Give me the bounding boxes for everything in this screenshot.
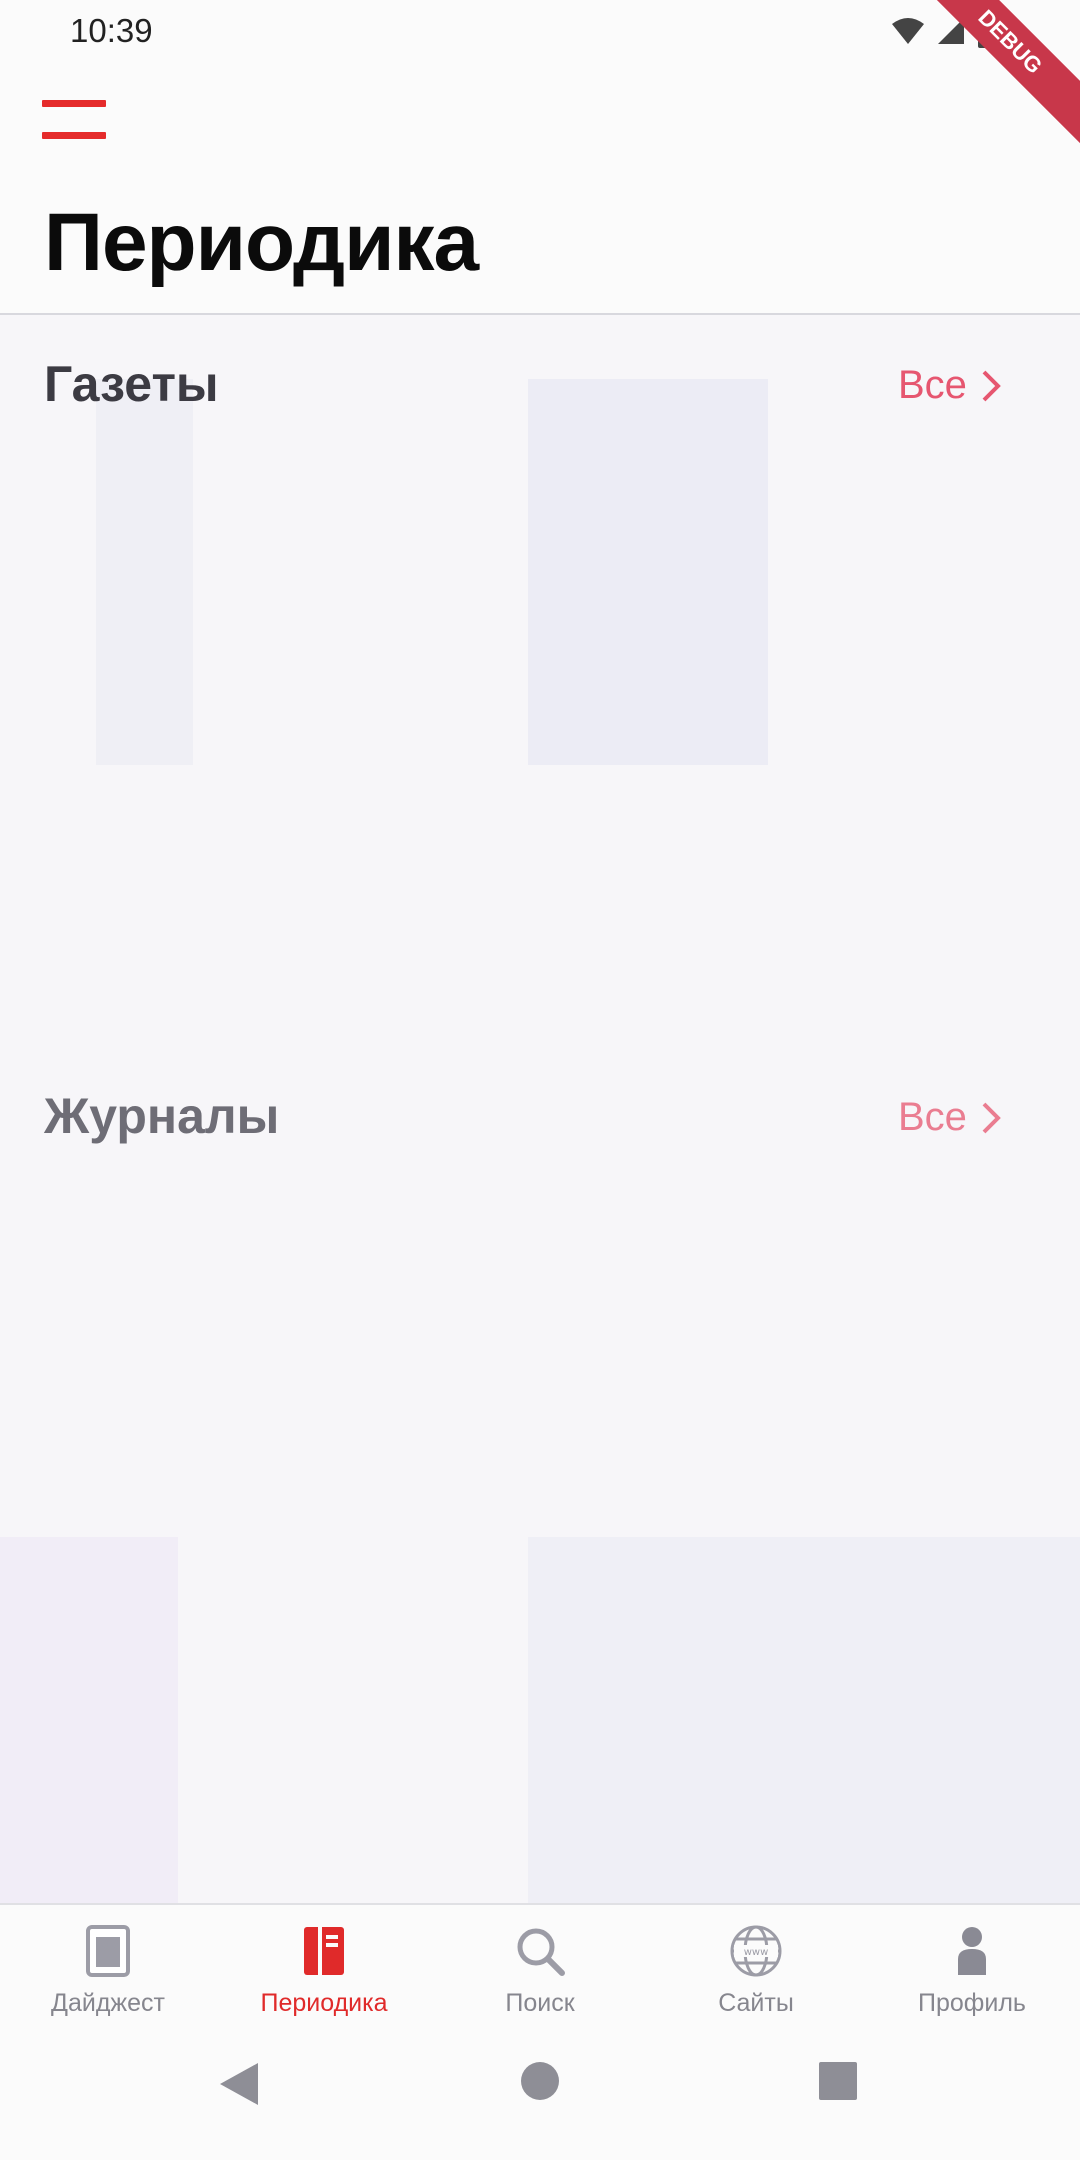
nav-item-search[interactable]: Поиск bbox=[432, 1905, 648, 2025]
magazine-placeholder bbox=[0, 1537, 178, 1903]
see-all-magazines[interactable]: Все bbox=[898, 1095, 1001, 1140]
nav-label: Сайты bbox=[718, 1989, 794, 2017]
see-all-newspapers[interactable]: Все bbox=[898, 363, 1001, 408]
nav-item-profile[interactable]: Профиль bbox=[864, 1905, 1080, 2025]
nav-item-digest[interactable]: Дайджест bbox=[0, 1905, 216, 2025]
newspaper-placeholder bbox=[528, 379, 768, 765]
digest-icon bbox=[86, 1925, 130, 1977]
page-title: Периодика bbox=[44, 197, 479, 288]
section-title-magazines: Журналы bbox=[44, 1088, 280, 1144]
newspaper-placeholder bbox=[96, 379, 193, 765]
nav-label: Поиск bbox=[505, 1989, 575, 2017]
see-all-label: Все bbox=[898, 363, 967, 407]
wifi-icon bbox=[892, 18, 924, 44]
nav-label: Дайджест bbox=[51, 1989, 165, 2017]
recents-icon[interactable] bbox=[818, 2061, 858, 2101]
hamburger-icon[interactable] bbox=[42, 100, 106, 142]
svg-text:www: www bbox=[744, 1947, 769, 1958]
search-icon bbox=[517, 1928, 565, 1976]
nav-label: Профиль bbox=[918, 1989, 1026, 2017]
chevron-right-icon bbox=[982, 370, 1001, 401]
profile-icon bbox=[958, 1927, 986, 1975]
globe-icon: www bbox=[730, 1925, 782, 1977]
see-all-label: Все bbox=[898, 1095, 967, 1139]
magazine-placeholder bbox=[528, 1537, 1080, 1903]
chevron-right-icon bbox=[982, 1102, 1001, 1133]
periodicals-icon bbox=[304, 1927, 344, 1975]
status-bar: 10:39 DEBUG bbox=[0, 0, 1080, 150]
status-time: 10:39 bbox=[70, 12, 153, 49]
back-icon[interactable] bbox=[218, 2061, 260, 2107]
content-area[interactable]: Газеты Все Журналы Все bbox=[0, 315, 1080, 1903]
bottom-nav: Дайджест Периодика Поиск www Сайты Профи… bbox=[0, 1903, 1080, 2025]
nav-item-periodicals[interactable]: Периодика bbox=[216, 1905, 432, 2025]
nav-item-sites[interactable]: www Сайты bbox=[648, 1905, 864, 2025]
system-nav bbox=[0, 2025, 1080, 2160]
section-title-newspapers: Газеты bbox=[44, 356, 219, 412]
home-icon[interactable] bbox=[520, 2061, 560, 2101]
nav-label: Периодика bbox=[260, 1989, 388, 2017]
